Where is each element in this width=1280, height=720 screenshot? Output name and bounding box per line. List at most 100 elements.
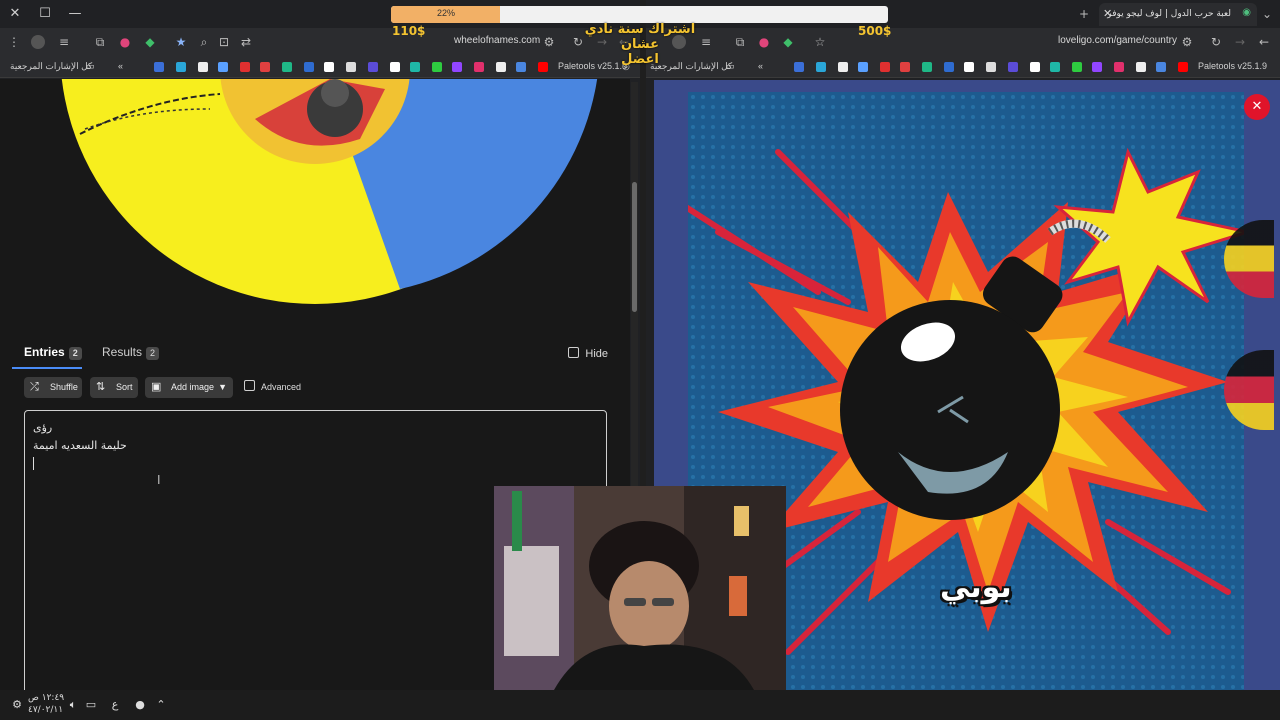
goal-progress-text: 22% (436, 8, 455, 18)
sort-button[interactable]: ⇅ Sort (90, 377, 138, 398)
bookmark-icon[interactable] (944, 62, 954, 72)
checkbox-icon[interactable] (568, 347, 580, 358)
bookmark-icon[interactable] (1008, 62, 1018, 72)
all-bookmarks-link[interactable]: كل الإشارات المرجعية (10, 61, 92, 72)
wheel[interactable] (0, 79, 630, 329)
bookmark-icon[interactable] (1114, 62, 1124, 72)
bookmark-icon[interactable] (240, 62, 250, 72)
bookmark-icon[interactable] (858, 62, 868, 72)
bookmark-icon[interactable] (304, 62, 314, 72)
volume-icon[interactable]: 🔈︎ (66, 698, 80, 712)
bookmark-icon[interactable] (368, 62, 378, 72)
bookmark-icon[interactable] (1136, 62, 1146, 72)
right-active-tab[interactable]: ◉ لعبة حرب الدول | لوف ليجو يوفر ✕ (1099, 3, 1257, 26)
cast-icon[interactable]: ⊡ (216, 34, 232, 50)
site-settings-icon[interactable]: ⚙ (541, 34, 557, 50)
shuffle-button[interactable]: ⤮ Shuffle (24, 377, 82, 398)
left-url[interactable]: wheelofnames.com (454, 35, 540, 46)
extension-badge-icon[interactable]: ◆ (142, 34, 158, 50)
extension-shield-icon[interactable]: ● (756, 34, 772, 50)
game-player-name: بوبي (940, 570, 1012, 605)
right-toolbar: ≡ ⧉ ● ◆ ☆ loveligo.com/game/country ⚙ ↻ … (646, 28, 1280, 56)
zoom-icon[interactable]: ⌕ (196, 34, 212, 50)
bookmark-icon[interactable] (880, 62, 890, 72)
bookmark-icon[interactable] (1178, 62, 1188, 72)
translate-icon[interactable]: ⇄ (238, 34, 254, 50)
network-icon[interactable]: ▭ (84, 698, 98, 711)
bookmark-icon[interactable] (538, 62, 548, 72)
active-tab-indicator (12, 367, 82, 369)
clock-date[interactable]: ٤٧/٠٢/١١ (28, 705, 63, 715)
bookmark-icon[interactable] (1030, 62, 1040, 72)
clock-time[interactable]: ١٢:٤٩ ص (28, 693, 64, 703)
language-indicator[interactable]: ع (108, 698, 122, 711)
bookmark-icon[interactable] (516, 62, 526, 72)
bookmark-icon[interactable] (794, 62, 804, 72)
bookmark-icon[interactable] (496, 62, 506, 72)
extension-badge-icon[interactable]: ◆ (780, 34, 796, 50)
close-window-icon[interactable]: ✕ (6, 5, 24, 23)
right-url[interactable]: loveligo.com/game/country (1058, 35, 1177, 46)
left-toolbar: ⋮ ≡ ⧉ ● ◆ ★ ⌕ ⊡ ⇄ wheelofnames.com ⚙ ↻ →… (0, 28, 640, 56)
media-icon[interactable]: ≡ (56, 34, 72, 50)
menu-icon[interactable]: ⋮ (6, 34, 22, 50)
bookmark-icon[interactable] (838, 62, 848, 72)
bookmark-icon[interactable] (198, 62, 208, 72)
bookmark-icon[interactable] (218, 62, 228, 72)
extension-shield-icon[interactable]: ● (117, 34, 133, 50)
bookmark-icon[interactable] (900, 62, 910, 72)
chevron-left-icon[interactable]: « (758, 61, 763, 71)
bookmark-icon[interactable] (390, 62, 400, 72)
bookmark-star-icon[interactable]: ☆ (812, 34, 828, 50)
close-game-button[interactable]: ✕ (1244, 94, 1270, 120)
left-scrollbar-thumb[interactable] (632, 182, 637, 312)
settings-icon[interactable]: ⚙ (10, 698, 24, 711)
bookmark-icon[interactable] (922, 62, 932, 72)
chevron-up-icon[interactable]: ⌃ (154, 698, 168, 711)
forward-icon[interactable]: → (1232, 34, 1248, 50)
webcam-overlay (494, 486, 786, 690)
close-tab-icon[interactable]: ✕ (1103, 7, 1112, 20)
extensions-icon[interactable]: ⧉ (92, 34, 108, 50)
bookmark-icon[interactable] (410, 62, 420, 72)
tab-entries[interactable]: Entries 2 (24, 345, 82, 360)
bookmark-icon[interactable] (964, 62, 974, 72)
hide-checkbox[interactable]: Hide (568, 347, 608, 360)
checkbox-icon[interactable] (244, 380, 255, 391)
bookmark-icon[interactable] (986, 62, 996, 72)
bookmark-icon[interactable] (452, 62, 462, 72)
minimize-window-icon[interactable]: — (66, 5, 84, 23)
bookmark-icon[interactable] (816, 62, 826, 72)
tab-search-icon[interactable]: ⌄ (1259, 6, 1275, 22)
bookmark-icon[interactable] (432, 62, 442, 72)
bookmark-icon[interactable] (1050, 62, 1060, 72)
bookmark-icon[interactable] (260, 62, 270, 72)
taskbar: ١٢:٤٩ ص ٤٧/٠٢/١١ ⚙ 🔈︎ ▭ ع ● ⌃ (0, 690, 1280, 720)
bookmark-icon[interactable] (154, 62, 164, 72)
advanced-checkbox[interactable]: Advanced (244, 380, 301, 392)
reload-icon[interactable]: ↻ (1208, 34, 1224, 50)
bookmark-icon[interactable] (324, 62, 334, 72)
new-tab-icon[interactable]: + (1076, 6, 1092, 22)
image-icon: ▣ (151, 381, 162, 393)
profile-icon[interactable] (31, 35, 45, 49)
extensions-icon[interactable]: ⧉ (732, 34, 748, 50)
bookmark-star-icon[interactable]: ★ (173, 34, 189, 50)
back-icon[interactable]: ← (1256, 34, 1272, 50)
shuffle-icon: ⤮ (30, 381, 39, 393)
bookmark-icon[interactable] (282, 62, 292, 72)
site-settings-icon[interactable]: ⚙ (1179, 34, 1195, 50)
bookmark-icon[interactable] (1072, 62, 1082, 72)
bookmark-icon[interactable] (474, 62, 484, 72)
chevron-left-icon[interactable]: « (118, 61, 123, 71)
tab-results[interactable]: Results 2 (102, 345, 160, 360)
bookmark-icon[interactable] (1156, 62, 1166, 72)
maximize-window-icon[interactable]: ☐ (36, 5, 54, 23)
bookmark-icon[interactable] (176, 62, 186, 72)
paletools-bookmark[interactable]: Paletools v25.1.9 (1198, 61, 1267, 71)
microphone-icon[interactable]: ● (133, 698, 147, 711)
add-image-button[interactable]: ▣ Add image ▼ (145, 377, 233, 398)
bookmark-icon[interactable] (346, 62, 356, 72)
bookmark-icon[interactable] (1092, 62, 1102, 72)
right-tab-title: لعبة حرب الدول | لوف ليجو يوفر (1107, 9, 1231, 19)
